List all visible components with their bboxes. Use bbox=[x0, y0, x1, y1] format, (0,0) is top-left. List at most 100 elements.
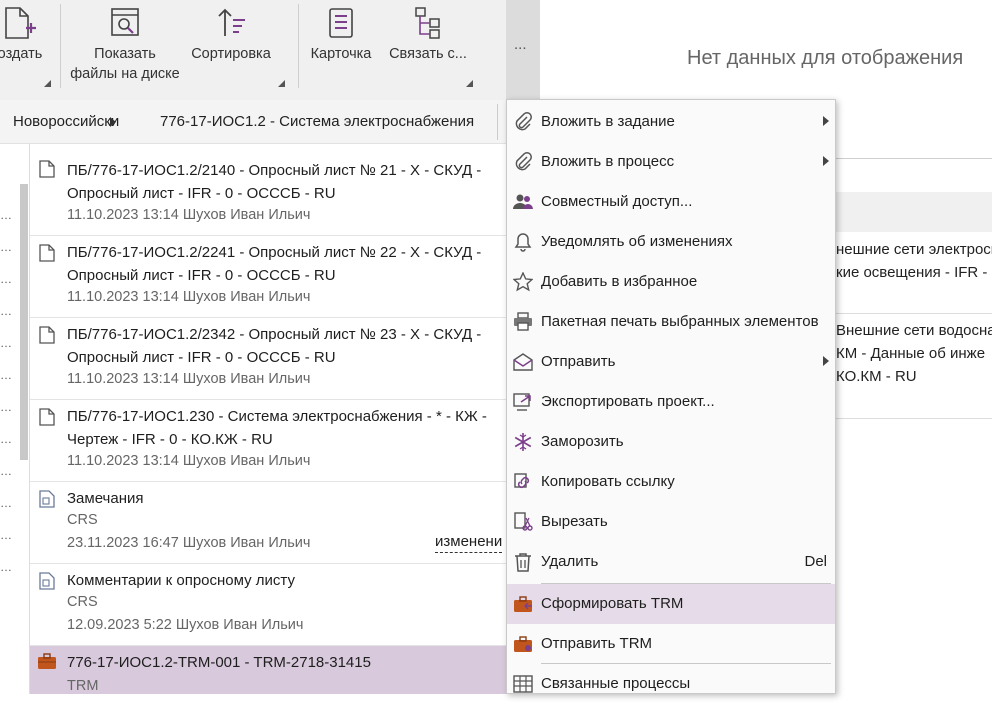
menu-item-delete[interactable]: Удалить Del bbox=[507, 542, 835, 582]
list-item[interactable]: ПБ/776-17-ИОС1.2/2342 - Опросный лист № … bbox=[30, 318, 506, 400]
document-icon bbox=[39, 326, 55, 344]
document-type: CRS bbox=[67, 594, 98, 610]
list-item[interactable]: ПБ/776-17-ИОС1.2/2241 - Опросный лист № … bbox=[30, 236, 506, 318]
related-item-text[interactable]: Внешние сети водосна bbox=[836, 322, 992, 339]
related-item-text[interactable]: нешние сети электросн bbox=[836, 241, 992, 258]
ribbon-separator bbox=[60, 4, 61, 88]
menu-item-label: Совместный доступ... bbox=[541, 193, 693, 210]
tree-item[interactable]: … bbox=[0, 432, 12, 446]
related-item-text[interactable]: кие освещения - IFR - 0 bbox=[836, 264, 992, 281]
document-meta: 11.10.2023 13:14 Шухов Иван Ильич bbox=[67, 207, 311, 223]
tree-item[interactable]: … bbox=[0, 304, 12, 318]
menu-item-attach-process[interactable]: Вложить в процесс bbox=[507, 142, 835, 182]
document-title-line2: Чертеж - IFR - 0 - КО.КЖ - RU bbox=[67, 431, 273, 448]
breadcrumb-segment-2[interactable]: 776-17-ИОС1.2 - Система электроснабжения bbox=[160, 113, 474, 130]
menu-item-label: Отправить bbox=[541, 353, 616, 370]
tree-item[interactable]: … bbox=[0, 496, 12, 510]
related-divider bbox=[836, 418, 992, 419]
trash-icon bbox=[515, 553, 531, 572]
list-item-selected[interactable]: 776-17-ИОС1.2-TRM-001 - TRM-2718-31415 T… bbox=[30, 646, 506, 694]
document-meta: 11.10.2023 13:14 Шухов Иван Ильич bbox=[67, 289, 311, 305]
link-dropdown-arrow[interactable] bbox=[466, 80, 473, 87]
document-meta: 23.11.2023 16:47 Шухов Иван Ильич bbox=[67, 535, 311, 551]
tree-item[interactable]: … bbox=[0, 464, 12, 478]
create-label: оздать bbox=[0, 46, 43, 62]
tree-item[interactable]: … bbox=[0, 528, 12, 542]
card-button[interactable]: Карточка bbox=[304, 0, 378, 92]
document-title: Замечания bbox=[67, 490, 144, 507]
list-item[interactable]: Комментарии к опросному листу CRS 12.09.… bbox=[30, 564, 506, 646]
tree-item[interactable]: … bbox=[0, 368, 12, 382]
ribbon-overflow-strip: ... bbox=[506, 0, 540, 100]
menu-item-favorite[interactable]: Добавить в избранное bbox=[507, 262, 835, 302]
menu-item-label: Уведомлять об изменениях bbox=[541, 233, 733, 250]
tree-item[interactable]: … bbox=[0, 240, 12, 254]
menu-item-label: Добавить в избранное bbox=[541, 273, 698, 290]
document-meta: 11.10.2023 13:14 Шухов Иван Ильич bbox=[67, 371, 311, 387]
document-title-line2: Опросный лист - IFR - 0 - ОСССБ - RU bbox=[67, 185, 336, 202]
document-icon bbox=[39, 160, 55, 178]
tree-item[interactable]: … bbox=[0, 400, 12, 414]
briefcase-icon bbox=[514, 596, 532, 612]
snowflake-icon bbox=[514, 433, 532, 451]
tree-item[interactable]: … bbox=[0, 336, 12, 350]
card-icon bbox=[329, 8, 353, 38]
menu-item-notify[interactable]: Уведомлять об изменениях bbox=[507, 222, 835, 262]
menu-item-cut[interactable]: Вырезать bbox=[507, 502, 835, 542]
empty-state-text: Нет данных для отображения bbox=[687, 47, 964, 69]
scissors-icon bbox=[514, 512, 533, 531]
sort-button[interactable]: Сортировка bbox=[186, 0, 276, 92]
related-item-text[interactable]: КО.КМ - RU bbox=[836, 368, 917, 385]
tree-item[interactable]: … bbox=[0, 560, 12, 574]
menu-item-batch-print[interactable]: Пакетная печать выбранных элементов bbox=[507, 302, 835, 342]
menu-item-label: Вложить в процесс bbox=[541, 153, 675, 170]
submenu-arrow-icon bbox=[823, 156, 829, 166]
menu-item-label: Вырезать bbox=[541, 513, 608, 530]
menu-item-create-trm[interactable]: Сформировать TRM bbox=[507, 584, 835, 624]
document-title: 776-17-ИОС1.2-TRM-001 - TRM-2718-31415 bbox=[67, 654, 371, 671]
list-item[interactable]: Замечания CRS 23.11.2023 16:47 Шухов Ива… bbox=[30, 482, 506, 564]
show-files-button[interactable]: Показать файлы на диске bbox=[64, 0, 186, 92]
menu-item-copy-link[interactable]: Копировать ссылку bbox=[507, 462, 835, 502]
related-divider bbox=[836, 313, 992, 314]
document-title: ПБ/776-17-ИОС1.230 - Система электроснаб… bbox=[67, 408, 487, 425]
link-with-button[interactable]: Связать с... bbox=[384, 0, 472, 92]
menu-item-send[interactable]: Отправить bbox=[507, 342, 835, 382]
menu-item-label: Пакетная печать выбранных элементов bbox=[541, 313, 819, 330]
document-list: ПБ/776-17-ИОС1.2/2140 - Опросный лист № … bbox=[30, 144, 506, 694]
export-icon bbox=[513, 393, 531, 411]
crs-document-icon bbox=[39, 572, 55, 590]
related-item-text[interactable]: КМ - Данные об инже bbox=[836, 345, 985, 362]
submenu-arrow-icon bbox=[823, 116, 829, 126]
menu-item-label: Отправить TRM bbox=[541, 635, 653, 652]
briefcase-icon bbox=[38, 653, 56, 669]
crs-document-icon bbox=[39, 490, 55, 508]
menu-item-share[interactable]: Совместный доступ... bbox=[507, 182, 835, 222]
menu-item-related-processes[interactable]: Связанные процессы bbox=[507, 664, 835, 704]
tree-scrollbar[interactable] bbox=[20, 184, 28, 460]
changes-link[interactable]: изменени bbox=[435, 532, 503, 553]
sort-icon bbox=[218, 8, 245, 36]
menu-item-attach-task[interactable]: Вложить в задание bbox=[507, 102, 835, 142]
envelope-icon bbox=[513, 353, 533, 371]
list-item[interactable]: ПБ/776-17-ИОС1.230 - Система электроснаб… bbox=[30, 400, 506, 482]
document-type: CRS bbox=[67, 512, 98, 528]
menu-item-label: Удалить bbox=[541, 553, 599, 570]
ribbon-overflow-button[interactable]: ... bbox=[514, 36, 527, 53]
document-title: ПБ/776-17-ИОС1.2/2241 - Опросный лист № … bbox=[67, 244, 482, 261]
create-dropdown-arrow[interactable] bbox=[44, 80, 51, 87]
shortcut-label: Del bbox=[804, 553, 827, 570]
tree-item[interactable]: … bbox=[0, 272, 12, 286]
paperclip-icon bbox=[515, 112, 532, 131]
sort-dropdown-arrow[interactable] bbox=[278, 80, 285, 87]
menu-item-export[interactable]: Экспортировать проект... bbox=[507, 382, 835, 422]
tree-panel: … … … … … … … … … … … … bbox=[0, 144, 30, 694]
tree-item[interactable]: … bbox=[0, 208, 12, 222]
list-item[interactable]: ПБ/776-17-ИОС1.2/2140 - Опросный лист № … bbox=[30, 144, 506, 236]
create-button[interactable]: оздать bbox=[0, 0, 50, 92]
menu-item-freeze[interactable]: Заморозить bbox=[507, 422, 835, 462]
breadcrumb-segment-1[interactable]: Новороссийски bbox=[13, 113, 119, 130]
printer-icon bbox=[514, 312, 532, 331]
menu-item-send-trm[interactable]: Отправить TRM bbox=[507, 624, 835, 664]
menu-item-label: Копировать ссылку bbox=[541, 473, 675, 490]
